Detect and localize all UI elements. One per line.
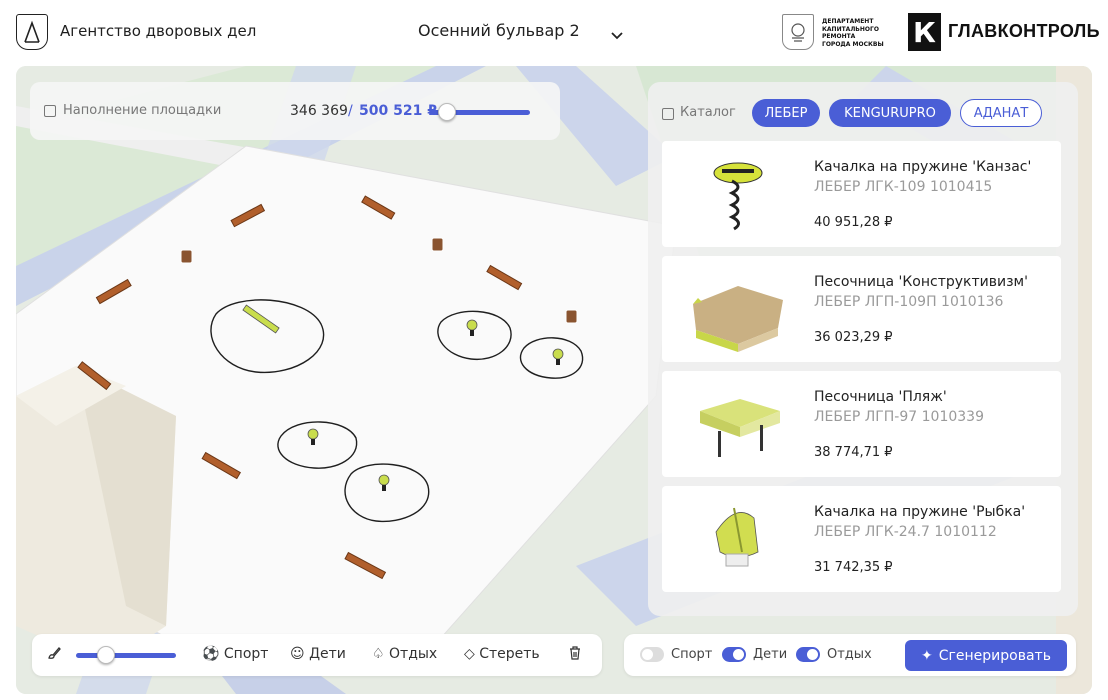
eraser-icon: ◇ [464, 646, 475, 662]
glavkontrol-name: ГЛАВКОНТРОЛЬ [948, 21, 1100, 41]
department-text: ДЕПАРТАМЕНТ КАПИТАЛЬНОГО РЕМОНТА ГОРОДА … [822, 18, 906, 48]
sport-toggle-label: Спорт [671, 647, 713, 662]
rest-toggle[interactable] [796, 647, 820, 662]
item-code: ЛЕБЕР ЛГП-97 1010339 [814, 409, 984, 425]
item-name: Качалка на пружине 'Канзас' [814, 159, 1032, 175]
chevron-down-icon[interactable] [610, 26, 624, 45]
item-name: Песочница 'Пляж' [814, 389, 947, 405]
kids-toggle[interactable] [722, 647, 746, 662]
erase-tool-label: Стереть [479, 646, 540, 662]
department-line: ГОРОДА МОСКВЫ [822, 40, 884, 48]
generate-toolbar: Спорт Дети Отдых ✦ Сгенерировать [624, 634, 1076, 676]
agency-name: Агентство дворовых дел [60, 22, 257, 40]
generate-button[interactable]: ✦ Сгенерировать [905, 640, 1067, 671]
fill-icon [44, 105, 56, 117]
item-code: ЛЕБЕР ЛГК-109 1010415 [814, 179, 993, 195]
catalog-panel: Каталог ЛЕБЕР KENGURUPRO АДАНАТ Качалка … [648, 82, 1078, 616]
kids-tool-label: Дети [309, 646, 346, 662]
chip-leber[interactable]: ЛЕБЕР [752, 99, 820, 127]
sport-tool-button[interactable]: ⚽ Спорт [202, 646, 268, 662]
sport-toggle[interactable] [640, 647, 664, 662]
moscow-emblem-icon [782, 14, 814, 50]
kids-tool-button[interactable]: ☺ Дети [290, 646, 346, 662]
catalog-item[interactable]: Качалка на пружине 'Рыбка' ЛЕБЕР ЛГК-24.… [662, 486, 1061, 592]
rest-icon: ♤ [372, 646, 385, 662]
rest-tool-label: Отдых [389, 646, 438, 662]
fill-current-value: 346 369 [290, 103, 348, 119]
department-line: ДЕПАРТАМЕНТ [822, 18, 874, 25]
item-price: 31 742,35 ₽ [814, 560, 893, 575]
kids-icon: ☺ [290, 646, 305, 662]
address-selector[interactable]: Осенний бульвар 2 [418, 21, 580, 40]
catalog-label: Каталог [680, 105, 736, 120]
sandbox-roof-image [678, 377, 798, 471]
item-name: Качалка на пружине 'Рыбка' [814, 504, 1026, 520]
drawing-toolbar: ⚽ Спорт ☺ Дети ♤ Отдых ◇ Стереть [32, 634, 602, 676]
chip-adanat[interactable]: АДАНАТ [960, 99, 1042, 127]
brush-size-slider-handle[interactable] [97, 646, 115, 664]
catalog-item[interactable]: Качалка на пружине 'Канзас' ЛЕБЕР ЛГК-10… [662, 141, 1061, 247]
toggle-knob [807, 649, 818, 660]
trash-icon[interactable] [568, 645, 582, 665]
glavkontrol-logo-icon: К [908, 13, 941, 51]
item-code: ЛЕБЕР ЛГК-24.7 1010112 [814, 524, 997, 540]
generate-button-label: Сгенерировать [938, 647, 1051, 664]
toggle-knob [642, 649, 653, 660]
agency-logo-icon [16, 14, 48, 50]
sport-icon: ⚽ [202, 646, 220, 662]
kids-toggle-label: Дети [753, 647, 788, 662]
fill-label: Наполнение площадки [63, 103, 222, 118]
catalog-icon [662, 108, 674, 120]
rest-tool-button[interactable]: ♤ Отдых [372, 646, 437, 662]
header: Агентство дворовых дел Осенний бульвар 2… [0, 0, 1108, 64]
brush-icon[interactable] [46, 645, 62, 665]
catalog-item[interactable]: Песочница 'Пляж' ЛЕБЕР ЛГП-97 1010339 38… [662, 371, 1061, 477]
fill-total-value: 500 521 ₽ [359, 103, 437, 119]
fill-separator: / [348, 103, 353, 119]
fish-rocker-image [678, 492, 798, 586]
item-code: ЛЕБЕР ЛГП-109П 1010136 [814, 294, 1004, 310]
item-price: 36 023,29 ₽ [814, 330, 893, 345]
erase-tool-button[interactable]: ◇ Стереть [464, 646, 540, 662]
spring-rocker-image [678, 147, 798, 241]
item-price: 40 951,28 ₽ [814, 215, 893, 230]
item-price: 38 774,71 ₽ [814, 445, 893, 460]
department-line: КАПИТАЛЬНОГО РЕМОНТА [822, 25, 879, 41]
sport-tool-label: Спорт [223, 646, 269, 662]
rest-toggle-label: Отдых [827, 647, 872, 662]
brush-size-slider-track[interactable] [76, 653, 176, 658]
item-name: Песочница 'Конструктивизм' [814, 274, 1028, 290]
fill-panel: Наполнение площадки 346 369 / 500 521 ₽ [30, 82, 560, 140]
sandbox-image [678, 262, 798, 356]
budget-slider-handle[interactable] [438, 103, 456, 121]
sparkle-icon: ✦ [921, 647, 933, 664]
toggle-knob [733, 649, 744, 660]
catalog-item[interactable]: Песочница 'Конструктивизм' ЛЕБЕР ЛГП-109… [662, 256, 1061, 362]
chip-kengurupro[interactable]: KENGURUPRO [829, 99, 951, 127]
